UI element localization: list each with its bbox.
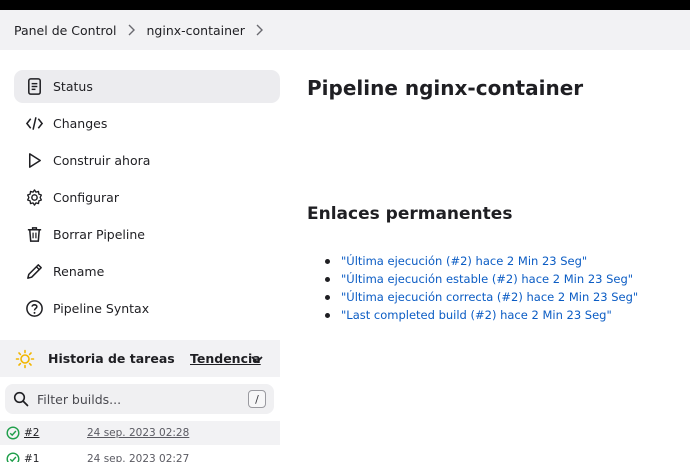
sidebar-item-label: Rename	[53, 264, 105, 279]
sidebar-item-pipeline-syntax[interactable]: Pipeline Syntax	[14, 292, 280, 325]
sidebar-item-label: Pipeline Syntax	[53, 301, 150, 316]
build-history-header: Historia de tareas Tendencia	[0, 340, 280, 377]
search-icon	[13, 391, 29, 407]
filter-builds-input[interactable]: Filter builds... /	[5, 384, 274, 414]
breadcrumb-job[interactable]: nginx-container	[146, 23, 244, 38]
help-circle-icon	[24, 299, 44, 319]
permalink-last-successful-build[interactable]: "Última ejecución correcta (#2) hace 2 M…	[341, 290, 638, 304]
breadcrumb-dashboard[interactable]: Panel de Control	[14, 23, 116, 38]
sidebar-item-changes[interactable]: Changes	[14, 107, 280, 140]
list-item: "Last completed build (#2) hace 2 Min 23…	[325, 306, 638, 324]
build-date-link[interactable]: 24 sep. 2023 02:28	[87, 427, 189, 439]
build-number-link[interactable]: #1	[24, 453, 88, 462]
sidebar-item-label: Configurar	[53, 190, 119, 205]
gear-icon	[24, 188, 44, 208]
build-date-link[interactable]: 24 sep. 2023 02:27	[87, 453, 189, 462]
trash-icon	[24, 225, 44, 245]
sidebar-item-rename[interactable]: Rename	[14, 255, 280, 288]
sidebar-item-label: Construir ahora	[53, 153, 151, 168]
sidebar-item-label: Borrar Pipeline	[53, 227, 145, 242]
document-icon	[24, 77, 44, 97]
build-number-link[interactable]: #2	[24, 427, 88, 439]
sidebar-item-label: Changes	[53, 116, 108, 131]
top-bar	[0, 0, 690, 10]
list-item: "Última ejecución estable (#2) hace 2 Mi…	[325, 270, 638, 288]
sidebar-item-build-now[interactable]: Construir ahora	[14, 144, 280, 177]
chevron-right-icon[interactable]	[120, 24, 142, 36]
chevron-right-icon[interactable]	[249, 24, 271, 36]
chevron-down-icon[interactable]	[250, 352, 264, 366]
sidebar-item-configure[interactable]: Configurar	[14, 181, 280, 214]
permalink-last-completed-build[interactable]: "Last completed build (#2) hace 2 Min 23…	[341, 308, 612, 322]
list-item: "Última ejecución correcta (#2) hace 2 M…	[325, 288, 638, 306]
breadcrumb: Panel de Control nginx-container	[0, 10, 690, 50]
sidebar-item-delete-pipeline[interactable]: Borrar Pipeline	[14, 218, 280, 251]
sun-icon	[15, 349, 35, 368]
sidebar-item-status[interactable]: Status	[14, 70, 280, 103]
sidebar-item-label: Status	[53, 79, 93, 94]
success-check-icon	[6, 426, 20, 440]
build-history-title: Historia de tareas	[48, 351, 175, 366]
code-icon	[24, 114, 44, 134]
list-item: "Última ejecución (#2) hace 2 Min 23 Seg…	[325, 252, 638, 270]
filter-placeholder: Filter builds...	[37, 391, 122, 407]
permalink-last-stable-build[interactable]: "Última ejecución estable (#2) hace 2 Mi…	[341, 272, 633, 286]
sidebar: Status Changes Construir ahora Configura…	[0, 50, 290, 462]
keyboard-shortcut-badge: /	[248, 390, 266, 408]
build-row: #2 24 sep. 2023 02:28	[0, 421, 280, 445]
pencil-icon	[24, 262, 44, 282]
play-icon	[24, 151, 44, 171]
permalinks-title: Enlaces permanentes	[307, 204, 513, 224]
permalink-last-build[interactable]: "Última ejecución (#2) hace 2 Min 23 Seg…	[341, 254, 587, 268]
permalinks-list: "Última ejecución (#2) hace 2 Min 23 Seg…	[325, 252, 638, 324]
page-title: Pipeline nginx-container	[307, 76, 584, 100]
build-row: #1 24 sep. 2023 02:27	[0, 447, 280, 462]
success-check-icon	[6, 452, 20, 462]
